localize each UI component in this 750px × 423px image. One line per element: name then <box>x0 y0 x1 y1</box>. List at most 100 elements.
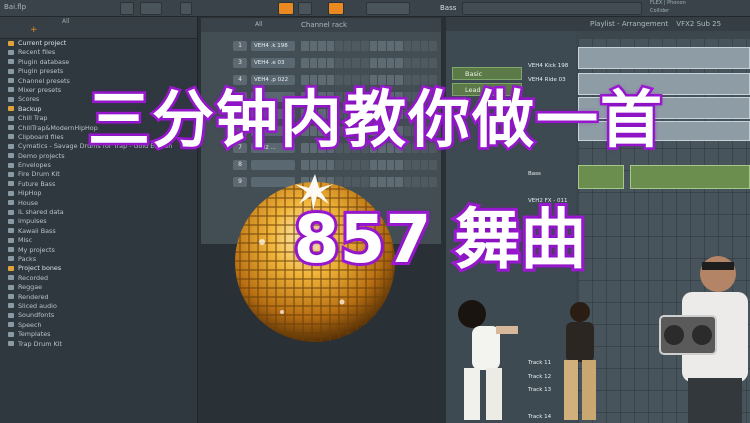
playlist-clip[interactable] <box>578 165 624 189</box>
browser-item[interactable]: Speech <box>0 321 197 330</box>
step-button[interactable] <box>335 58 343 68</box>
playlist-clip[interactable] <box>578 47 750 69</box>
step-button[interactable] <box>429 160 437 170</box>
step-button[interactable] <box>395 58 403 68</box>
browser-item[interactable]: Soundfonts <box>0 311 197 320</box>
browser-item[interactable]: Recorded <box>0 274 197 283</box>
browser-item[interactable]: Packs <box>0 255 197 264</box>
browser-item[interactable]: Impulses <box>0 217 197 226</box>
step-button[interactable] <box>360 58 369 68</box>
track-header[interactable]: Bass <box>446 169 576 179</box>
browser-item-label: Misc <box>18 236 33 245</box>
step-button[interactable] <box>386 41 395 51</box>
step-button[interactable] <box>360 41 369 51</box>
step-button[interactable] <box>335 41 343 51</box>
browser-item[interactable]: Sliced audio <box>0 302 197 311</box>
step-button[interactable] <box>420 58 429 68</box>
browser-item[interactable]: House <box>0 199 197 208</box>
step-button[interactable] <box>309 41 318 51</box>
step-button[interactable] <box>369 58 378 68</box>
browser-item[interactable]: Rendered <box>0 293 197 302</box>
channel-row[interactable]: 1 VEH4 .k 198 <box>205 40 439 52</box>
channel-mixer-track[interactable]: 3 <box>233 58 247 68</box>
step-button[interactable] <box>429 41 437 51</box>
step-button[interactable] <box>326 41 335 51</box>
step-button[interactable] <box>378 41 386 51</box>
step-button[interactable] <box>420 177 429 187</box>
browser-item[interactable]: Fire Drum Kit <box>0 170 197 179</box>
step-button[interactable] <box>412 177 420 187</box>
folder-icon <box>8 190 14 196</box>
browser-item[interactable]: Kawaii Bass <box>0 227 197 236</box>
step-button[interactable] <box>318 41 326 51</box>
playlist-clip[interactable] <box>630 165 750 189</box>
step-sequencer[interactable] <box>301 58 437 68</box>
link-icon[interactable] <box>328 2 344 15</box>
step-button[interactable] <box>301 58 309 68</box>
step-button[interactable] <box>420 160 429 170</box>
browser-item-label: Fire Drum Kit <box>18 170 60 179</box>
browser-item[interactable]: Reggae <box>0 283 197 292</box>
stop-button[interactable] <box>180 2 192 15</box>
browser-item[interactable]: Plugin presets <box>0 67 197 76</box>
add-icon[interactable]: + <box>30 25 38 35</box>
step-button[interactable] <box>326 58 335 68</box>
step-button[interactable] <box>403 58 412 68</box>
browser-item-label: HipHop <box>18 189 42 198</box>
step-button[interactable] <box>378 58 386 68</box>
metronome-button[interactable] <box>298 2 312 15</box>
track-header[interactable]: VEH4 Kick 198 <box>446 61 576 71</box>
step-button[interactable] <box>403 41 412 51</box>
channel-row[interactable]: 3 VEH4 .e 03 <box>205 57 439 69</box>
pattern-play-button[interactable] <box>120 2 134 15</box>
browser-item[interactable]: Plugin database <box>0 58 197 67</box>
folder-icon <box>8 237 14 243</box>
channel-name-button[interactable]: VEH4 .e 03 <box>251 58 295 68</box>
step-button[interactable] <box>429 177 437 187</box>
browser-item[interactable]: Envelopes <box>0 161 197 170</box>
toolbar-icon-strip[interactable] <box>462 2 642 15</box>
dancer-figure-right <box>659 256 748 423</box>
folder-icon <box>8 265 14 271</box>
track-header[interactable] <box>446 183 576 193</box>
step-button[interactable] <box>343 41 352 51</box>
browser-item[interactable]: Future Bass <box>0 180 197 189</box>
channel-mixer-track[interactable]: 1 <box>233 41 247 51</box>
step-button[interactable] <box>412 160 420 170</box>
step-button[interactable] <box>352 58 360 68</box>
browser-item[interactable]: HipHop <box>0 189 197 198</box>
browser-item[interactable]: Trap Drum Kit <box>0 340 197 349</box>
channel-name-button[interactable]: VEH4 .k 198 <box>251 41 295 51</box>
step-button[interactable] <box>412 41 420 51</box>
browser-item[interactable]: Templates <box>0 330 197 339</box>
dancer-figure-left <box>458 300 518 420</box>
browser-filter[interactable]: All <box>62 18 69 25</box>
step-button[interactable] <box>395 41 403 51</box>
record-button[interactable] <box>278 2 294 15</box>
step-button[interactable] <box>412 58 420 68</box>
folder-icon <box>8 125 14 131</box>
step-button[interactable] <box>386 58 395 68</box>
step-button[interactable] <box>352 41 360 51</box>
step-button[interactable] <box>309 58 318 68</box>
step-button[interactable] <box>318 58 326 68</box>
browser-item[interactable]: Recent files <box>0 48 197 57</box>
browser-item-label: Soundfonts <box>18 311 55 320</box>
browser-item-label: Rendered <box>18 292 49 301</box>
browser-item[interactable]: IL shared data <box>0 208 197 217</box>
browser-item[interactable]: Current project <box>0 39 197 48</box>
step-button[interactable] <box>343 58 352 68</box>
snap-select[interactable] <box>366 2 410 15</box>
browser-item-label: Trap Drum Kit <box>18 339 62 348</box>
channel-filter[interactable]: All <box>255 21 262 28</box>
browser-item[interactable]: Misc <box>0 236 197 245</box>
step-sequencer[interactable] <box>301 41 437 51</box>
browser-item[interactable]: Project bones <box>0 264 197 273</box>
browser-item[interactable]: My projects <box>0 246 197 255</box>
step-button[interactable] <box>301 41 309 51</box>
step-button[interactable] <box>369 41 378 51</box>
step-button[interactable] <box>420 41 429 51</box>
folder-icon <box>8 331 14 337</box>
folder-icon <box>8 341 14 346</box>
step-button[interactable] <box>429 58 437 68</box>
